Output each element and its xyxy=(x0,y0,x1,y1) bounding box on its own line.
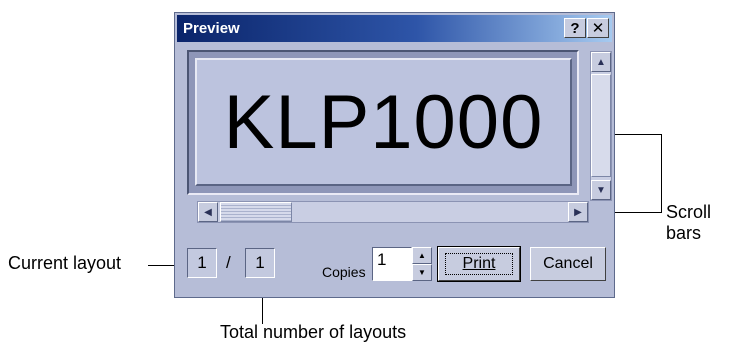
preview-area: KLP1000 xyxy=(187,50,579,195)
arrow-down-icon: ▼ xyxy=(596,184,606,196)
print-button[interactable]: Print xyxy=(438,247,520,281)
close-button[interactable]: ✕ xyxy=(587,18,609,38)
callout-scroll-bars: Scroll bars xyxy=(666,202,712,243)
cancel-button[interactable]: Cancel xyxy=(530,247,606,281)
horizontal-scrollbar[interactable]: ◀ ▶ xyxy=(197,201,589,223)
vertical-scrollbar[interactable]: ▲ ▼ xyxy=(590,51,612,201)
callout-total-layouts: Total number of layouts xyxy=(220,322,407,342)
current-layout-value: 1 xyxy=(197,253,207,272)
arrow-up-icon: ▲ xyxy=(596,56,606,68)
scroll-right-button[interactable]: ▶ xyxy=(568,202,588,222)
scroll-down-button[interactable]: ▼ xyxy=(591,180,611,200)
focus-rectangle xyxy=(445,253,513,275)
horizontal-scroll-thumb[interactable] xyxy=(220,202,292,222)
copies-increment-button[interactable]: ▲ xyxy=(412,247,432,264)
arrow-left-icon: ◀ xyxy=(204,206,212,218)
label-preview-text: KLP1000 xyxy=(223,79,544,165)
copies-input[interactable]: 1 xyxy=(372,247,412,281)
total-layouts-field: 1 xyxy=(245,248,275,278)
title-bar[interactable]: Preview ? ✕ xyxy=(177,15,612,42)
vertical-scroll-thumb[interactable] xyxy=(591,74,611,177)
spin-up-icon: ▲ xyxy=(418,251,426,260)
copies-decrement-button[interactable]: ▼ xyxy=(412,264,432,281)
total-layouts-value: 1 xyxy=(255,253,265,272)
copies-label: Copies xyxy=(322,264,366,280)
scroll-up-button[interactable]: ▲ xyxy=(591,52,611,72)
callout-current-layout: Current layout xyxy=(8,253,122,273)
dialog-title: Preview xyxy=(183,20,240,37)
spin-down-icon: ▼ xyxy=(418,268,426,277)
help-button[interactable]: ? xyxy=(564,18,586,38)
current-layout-field: 1 xyxy=(187,248,217,278)
help-icon: ? xyxy=(570,19,580,37)
label-preview: KLP1000 xyxy=(195,58,572,186)
cancel-button-label: Cancel xyxy=(543,255,593,272)
close-icon: ✕ xyxy=(591,20,605,37)
arrow-right-icon: ▶ xyxy=(574,206,582,218)
scroll-left-button[interactable]: ◀ xyxy=(198,202,218,222)
layout-separator: / xyxy=(226,253,231,272)
callout-line-vscroll-v xyxy=(661,134,662,213)
preview-dialog: Preview ? ✕ KLP1000 ▲ ▼ ◀ ▶ 1 / 1 Copies… xyxy=(174,12,615,298)
